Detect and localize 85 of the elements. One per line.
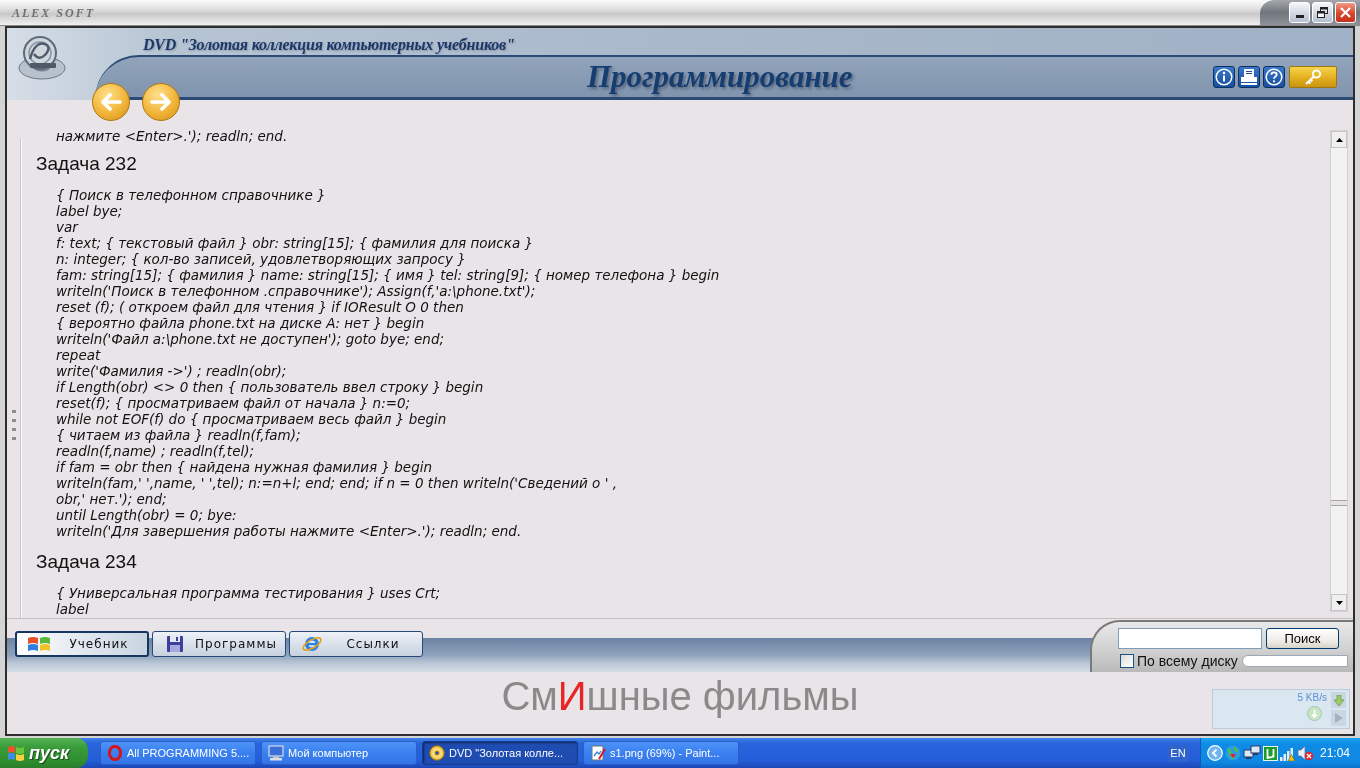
- app-subtitle: DVD "Золотая коллекция компьютерных учебников": [143, 35, 515, 55]
- e-orbit-icon: [301, 634, 323, 654]
- code-line: label bye;: [56, 203, 123, 219]
- right-arrow-icon: [150, 93, 172, 111]
- info-icon: [1215, 68, 1233, 86]
- task-heading: Задача 234: [36, 551, 137, 573]
- speed-reading: 5 KB/s: [1297, 692, 1327, 704]
- code-line: obr,' нет.'); end;: [56, 491, 167, 507]
- task-heading: Задача 232: [36, 153, 137, 175]
- search-button[interactable]: Поиск: [1266, 628, 1339, 649]
- close-button[interactable]: [1335, 2, 1356, 23]
- key-button[interactable]: [1289, 66, 1337, 88]
- tab[interactable]: Ссылки: [289, 631, 423, 657]
- ad-text: СмИшные фильмы: [501, 673, 859, 719]
- scrollbar[interactable]: [1330, 130, 1348, 612]
- scroll-thumb[interactable]: [1331, 500, 1347, 506]
- disc-icon: [429, 745, 445, 761]
- code-line: f: text; { текстовый файл } obr: string[15]; { фамилия для поиска }: [56, 235, 534, 251]
- signal-bars-icon[interactable]: [1280, 745, 1295, 761]
- code-line: if fam = obr then { найдена нужная фамилия } begin: [56, 459, 433, 475]
- restore-icon: [1317, 7, 1328, 18]
- code-line: { Поиск в телефонном справочнике }: [56, 187, 326, 203]
- key-icon: [1304, 69, 1322, 85]
- help-button[interactable]: [1263, 66, 1285, 88]
- checkbox[interactable]: [1120, 654, 1134, 668]
- chevron-circle-icon[interactable]: [1207, 745, 1223, 761]
- taskbar-button[interactable]: Мой компьютер: [261, 741, 417, 765]
- code-line: reset (f); ( откроем файл для чтения } if IOResult O 0 then: [56, 299, 464, 315]
- clock[interactable]: 21:04: [1319, 746, 1350, 760]
- code-line: readln(f,name) ; readln(f,tel);: [56, 443, 254, 459]
- search-field[interactable]: [1118, 628, 1262, 649]
- flag-icon: [7, 744, 25, 762]
- window-title: ALEX SOFT: [12, 5, 95, 20]
- code-line: writeln(fam,' ',name, ' ',tel); n:=n+l; end; end; if n = 0 then writeln('Сведений о ' ,: [56, 475, 617, 491]
- code-line: n: integer; { кол-во записей, удовлетворяющих запросу }: [56, 251, 466, 267]
- tab[interactable]: Программы: [152, 631, 286, 657]
- code-line: while not EOF(f) do { просматриваем весь файл } begin: [56, 411, 447, 427]
- left-arrow-icon: [100, 93, 122, 111]
- start-button[interactable]: пуск: [0, 738, 88, 768]
- play-icon: [1334, 713, 1343, 723]
- down-arrow-icon: [1333, 694, 1344, 706]
- print-button[interactable]: [1238, 66, 1260, 88]
- info-button[interactable]: [1213, 66, 1235, 88]
- code-line: { читаем из файла } readln(f,fam);: [56, 427, 301, 443]
- minimize-button[interactable]: [1289, 2, 1310, 23]
- restore-button[interactable]: [1312, 2, 1333, 23]
- code-line: writeln('Поиск в телефонном .справочнике'); Assign(f,'a:\phone.txt');: [56, 283, 536, 299]
- picture-document-icon: [590, 745, 606, 761]
- code-line: var: [56, 219, 78, 235]
- muted-speaker-icon[interactable]: [1297, 745, 1314, 761]
- code-line: repeat: [56, 347, 101, 363]
- code-line: until Length(obr) = 0; bye:: [56, 507, 237, 523]
- computer-icon: [268, 745, 284, 761]
- code-line: fam: string[15]; { фамилия } name: string[15]; { имя } tel: string[9]; { номер телефона } begin: [56, 267, 720, 283]
- network-computers-icon[interactable]: [1243, 745, 1261, 761]
- book-icon: [27, 635, 51, 653]
- code-line: { Универсальная программа тестирования } uses Crt;: [56, 585, 441, 601]
- disc-logo-icon: [18, 34, 66, 80]
- scroll-up-button[interactable]: [1331, 131, 1347, 148]
- taskbar-button[interactable]: DVD "Золотая колле...: [422, 741, 578, 765]
- ring-icon: [107, 745, 123, 761]
- code-line: if Length(obr) <> 0 then { пользователь ввел строку } begin: [56, 379, 484, 395]
- back-button[interactable]: [92, 83, 130, 121]
- language-indicator[interactable]: EN: [1168, 744, 1188, 762]
- taskbar-button[interactable]: All PROGRAMMING 5....: [100, 741, 256, 765]
- code-line: нажмите <Enter>.'); readln; end.: [56, 128, 288, 144]
- page-title: Программирование: [587, 59, 853, 95]
- code-line: reset(f); { просматриваем файл от начала } n:=0;: [56, 395, 411, 411]
- close-icon: [1340, 7, 1351, 18]
- checkbox-label: По всему диску: [1137, 653, 1238, 669]
- code-line: writeln('Для завершения работы нажмите <Enter>.'); readln; end.: [56, 523, 522, 539]
- scroll-down-button[interactable]: [1331, 594, 1347, 611]
- down-arrow-icon: [1335, 600, 1343, 605]
- code-line: label: [56, 601, 89, 617]
- splitter-grip-icon: [11, 410, 16, 441]
- minimize-icon: [1295, 15, 1304, 18]
- code-line: { вероятно файла phone.txt на диске А: нет } begin: [56, 315, 425, 331]
- tile-icon[interactable]: [1263, 745, 1278, 761]
- code-line: write('Фамилия ->') ; readln(obr);: [56, 363, 287, 379]
- help-icon: [1265, 68, 1283, 86]
- taskbar-button[interactable]: s1.png (69%) - Paint...: [583, 741, 739, 765]
- tab[interactable]: Учебник: [15, 631, 149, 657]
- up-arrow-icon: [1335, 137, 1343, 142]
- printer-icon: [1240, 68, 1258, 86]
- code-line: writeln('Файл a:\phone.txt не доступен'); goto bye; end;: [56, 331, 444, 347]
